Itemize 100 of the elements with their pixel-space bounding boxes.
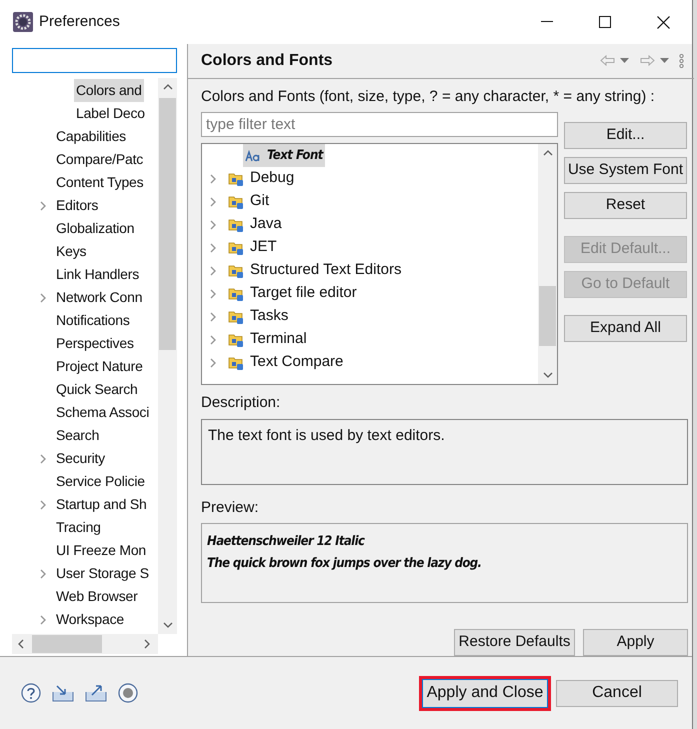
scroll-up-icon[interactable]: [162, 84, 172, 90]
help-icon[interactable]: [21, 683, 41, 703]
filter-field[interactable]: type filter text: [201, 112, 558, 137]
tree-item[interactable]: Notifications: [54, 309, 132, 332]
scroll-right-icon[interactable]: [144, 639, 150, 649]
scroll-down-icon[interactable]: [542, 372, 552, 378]
tree-item[interactable]: Java: [226, 213, 284, 236]
tree-item[interactable]: Search: [54, 424, 102, 447]
tree-item[interactable]: Structured Text Editors: [226, 259, 404, 282]
forward-arrow-icon[interactable]: [640, 55, 655, 66]
more-options-icon[interactable]: [679, 54, 684, 68]
folder-icon: [228, 194, 244, 210]
tree-item[interactable]: Security: [54, 447, 107, 470]
restore-defaults-button[interactable]: Restore Defaults: [454, 629, 575, 656]
scroll-up-icon[interactable]: [542, 150, 552, 156]
chevron-icon[interactable]: [210, 196, 216, 206]
search-field[interactable]: [12, 48, 177, 73]
expand-all-button[interactable]: Expand All: [564, 315, 687, 342]
chevron-icon[interactable]: [210, 242, 216, 252]
tree-item[interactable]: Keys: [54, 240, 88, 263]
tree-item[interactable]: Link Handlers: [54, 263, 141, 286]
gear-icon: [13, 12, 33, 32]
folder-icon: [228, 170, 244, 186]
tree-item[interactable]: Project Nature: [54, 355, 145, 378]
preview-text: The quick brown fox jumps over the lazy dog.: [207, 555, 482, 573]
apply-button[interactable]: Apply: [583, 629, 688, 656]
tree-item[interactable]: Debug: [226, 167, 296, 190]
cancel-button[interactable]: Cancel: [556, 680, 678, 706]
chevron-icon[interactable]: [40, 568, 46, 578]
tree-item[interactable]: JET: [226, 236, 279, 259]
horizontal-scrollbar[interactable]: [12, 634, 158, 654]
reset-button[interactable]: Reset: [564, 192, 687, 219]
apply-and-close-button[interactable]: Apply and Close: [419, 676, 551, 710]
folder-icon: [228, 308, 244, 324]
tree-item[interactable]: Label Deco: [74, 102, 147, 125]
maximize-icon: [599, 16, 611, 28]
chevron-icon[interactable]: [210, 174, 216, 184]
tree-item[interactable]: Text Font: [243, 144, 325, 167]
chevron-icon[interactable]: [40, 292, 46, 302]
record-icon[interactable]: [118, 683, 138, 703]
chevron-icon[interactable]: [210, 312, 216, 322]
tree-item[interactable]: Target file editor: [226, 282, 359, 305]
tree-item[interactable]: Capabilities: [54, 125, 128, 148]
scrollbar-thumb[interactable]: [32, 635, 102, 653]
filter-label: Colors and Fonts (font, size, type, ? = any character, * = any string) :: [201, 86, 656, 106]
chevron-icon[interactable]: [40, 614, 46, 624]
chevron-icon[interactable]: [40, 500, 46, 510]
export-icon[interactable]: [85, 684, 107, 702]
folder-icon: [228, 240, 244, 256]
scroll-left-icon[interactable]: [18, 639, 24, 649]
tree-item[interactable]: Globalization: [54, 217, 136, 240]
tree-item[interactable]: Quick Search: [54, 378, 140, 401]
tree-item[interactable]: Compare/Patc: [54, 148, 146, 171]
scrollbar-thumb[interactable]: [539, 286, 556, 346]
minimize-icon: [541, 21, 553, 23]
chevron-icon[interactable]: [210, 288, 216, 298]
chevron-icon[interactable]: [210, 334, 216, 344]
chevron-icon[interactable]: [210, 266, 216, 276]
description-label: Description:: [201, 393, 282, 413]
folder-icon: [228, 216, 244, 232]
chevron-icon[interactable]: [210, 358, 216, 368]
chevron-icon[interactable]: [210, 220, 216, 230]
font-icon: [245, 150, 261, 162]
folder-icon: [228, 354, 244, 370]
tree-item[interactable]: UI Freeze Mon: [54, 539, 148, 562]
chevron-icon[interactable]: [40, 200, 46, 210]
tree-item[interactable]: Schema Associ: [54, 401, 152, 424]
tree-item[interactable]: User Storage S: [54, 562, 151, 585]
folder-icon: [228, 286, 244, 302]
scrollbar[interactable]: [538, 144, 557, 384]
preview-label: Preview:: [201, 498, 260, 518]
window-title: Preferences: [39, 12, 120, 32]
tree-item[interactable]: Git: [226, 190, 272, 213]
tree-item[interactable]: Perspectives: [54, 332, 136, 355]
page-title: Colors and Fonts: [201, 50, 333, 71]
edit-button[interactable]: Edit...: [564, 122, 687, 149]
back-arrow-icon[interactable]: [600, 55, 615, 66]
description-text: The text font is used by text editors.: [208, 426, 445, 444]
folder-icon: [228, 332, 244, 348]
tree-item[interactable]: Service Policie: [54, 470, 147, 493]
tree-item[interactable]: Tracing: [54, 516, 103, 539]
tree-item[interactable]: Workspace: [54, 608, 126, 631]
tree-item[interactable]: Network Conn: [54, 286, 144, 309]
chevron-icon[interactable]: [40, 454, 46, 464]
scrollbar-thumb[interactable]: [159, 98, 176, 350]
tree-item[interactable]: Tasks: [226, 305, 290, 328]
close-icon: [656, 16, 670, 28]
import-icon[interactable]: [52, 684, 74, 702]
tree-item[interactable]: Web Browser: [54, 585, 140, 608]
scroll-down-icon[interactable]: [162, 622, 172, 628]
tree-item[interactable]: Colors and: [74, 79, 144, 102]
tree-item[interactable]: Startup and Sh: [54, 493, 149, 516]
dropdown-icon[interactable]: [620, 58, 629, 64]
preview-text: Haettenschweiler 12 Italic: [207, 533, 366, 551]
tree-item[interactable]: Terminal: [226, 328, 309, 351]
tree-item[interactable]: Content Types: [54, 171, 146, 194]
tree-item[interactable]: Text Compare: [226, 351, 346, 374]
tree-item[interactable]: Editors: [54, 194, 100, 217]
dropdown-icon[interactable]: [660, 58, 669, 64]
use-system-font-button[interactable]: Use System Font: [564, 157, 687, 184]
